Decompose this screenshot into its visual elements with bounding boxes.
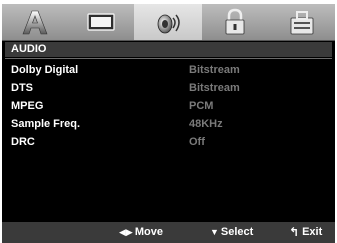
setting-row-dts[interactable]: DTS Bitstream <box>2 79 335 97</box>
audio-icon <box>157 14 180 34</box>
setting-value: PCM <box>189 100 214 112</box>
tab-language[interactable] <box>2 4 68 40</box>
setting-row-drc[interactable]: DRC Off <box>2 133 335 151</box>
dvd-setup-menu: AUDIO Dolby Digital Bitstream DTS Bitstr… <box>2 4 335 243</box>
others-icon <box>290 11 313 35</box>
tab-display[interactable] <box>68 4 134 40</box>
category-tab-bar <box>2 4 335 41</box>
setting-row-dolby-digital[interactable]: Dolby Digital Bitstream <box>2 61 335 79</box>
settings-list: Dolby Digital Bitstream DTS Bitstream MP… <box>2 61 335 151</box>
setting-label: DTS <box>11 82 33 94</box>
setting-label: MPEG <box>11 100 44 112</box>
divider <box>5 58 332 59</box>
setting-value: Off <box>189 136 205 148</box>
exit-hint: ↰ Exit <box>289 222 322 243</box>
move-hint-label: Move <box>134 226 163 238</box>
tab-lock[interactable] <box>202 4 268 40</box>
section-title: AUDIO <box>5 42 332 57</box>
tab-others[interactable] <box>268 4 335 40</box>
navigation-hint-bar: ◀▶ Move ▼ Select ↰ Exit <box>2 222 335 243</box>
lock-icon <box>225 8 245 35</box>
setting-row-sample-freq[interactable]: Sample Freq. 48KHz <box>2 115 335 133</box>
exit-hint-label: Exit <box>302 226 323 238</box>
tab-audio[interactable] <box>134 4 202 40</box>
move-hint: ◀▶ Move <box>119 222 163 243</box>
language-icon <box>22 10 48 35</box>
setting-row-mpeg[interactable]: MPEG PCM <box>2 97 335 115</box>
down-arrow-icon: ▼ <box>210 227 219 237</box>
display-icon <box>87 13 115 31</box>
setting-label: Sample Freq. <box>11 118 81 130</box>
select-hint: ▼ Select <box>210 222 253 243</box>
setting-value: Bitstream <box>189 82 240 94</box>
return-icon: ↰ <box>289 225 300 239</box>
select-hint-label: Select <box>220 226 254 238</box>
setting-label: DRC <box>11 136 35 148</box>
setting-value: Bitstream <box>189 64 240 76</box>
setting-value: 48KHz <box>189 118 223 130</box>
left-right-arrows-icon: ◀▶ <box>119 227 133 237</box>
setting-label: Dolby Digital <box>11 64 79 76</box>
